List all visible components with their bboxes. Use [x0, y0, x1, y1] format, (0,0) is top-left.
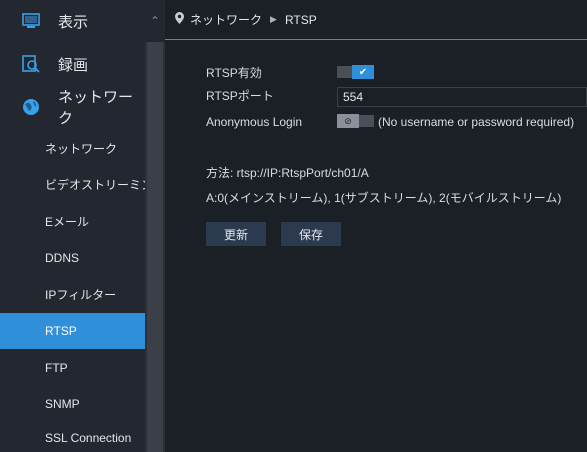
- anonymous-login-hint: (No username or password required): [378, 115, 575, 129]
- rtsp-settings-panel: RTSP有効 ✔ RTSPポート 554 Anonymous Login ⊘ (…: [165, 41, 587, 452]
- monitor-icon: [22, 12, 40, 30]
- sidebar-item-display[interactable]: 表示: [0, 0, 145, 42]
- save-button[interactable]: 保存: [281, 222, 341, 246]
- sidebar-subitem-ssl-connection[interactable]: SSL Connection: [0, 420, 145, 452]
- sidebar-subitem-label: Eメール: [45, 214, 90, 229]
- scroll-up-button[interactable]: ⌃: [145, 0, 165, 42]
- sidebar-subitem-label: RTSP: [45, 324, 77, 338]
- sidebar-subitem-ip-filter[interactable]: IPフィルター: [0, 276, 145, 312]
- anonymous-login-label: Anonymous Login: [206, 115, 303, 129]
- sidebar-subitem-label: FTP: [45, 361, 68, 375]
- sidebar-subitem-label: SNMP: [45, 397, 80, 411]
- breadcrumb-item-network[interactable]: ネットワーク: [190, 11, 262, 28]
- sidebar-subitem-email[interactable]: Eメール: [0, 203, 145, 239]
- location-pin-icon: [175, 12, 184, 27]
- sidebar-subitem-network[interactable]: ネットワーク: [0, 130, 145, 166]
- breadcrumb: ネットワーク ▶ RTSP: [165, 0, 587, 40]
- sidebar-subitem-label: SSL Connection: [45, 431, 132, 445]
- sidebar: 表示 録画 ネットワーク ネットワーク ビデオストリーミング Eメール DDNS…: [0, 0, 165, 452]
- sidebar-subitem-rtsp[interactable]: RTSP: [0, 313, 145, 349]
- sidebar-item-label: 表示: [58, 13, 89, 31]
- rtsp-port-input[interactable]: 554: [337, 87, 587, 107]
- scrollbar-thumb[interactable]: [147, 42, 163, 452]
- breadcrumb-item-rtsp: RTSP: [284, 12, 317, 27]
- sidebar-subitem-label: ネットワーク: [45, 141, 118, 156]
- sidebar-subitem-ddns[interactable]: DDNS: [0, 240, 145, 276]
- anonymous-login-toggle[interactable]: ⊘: [337, 114, 374, 128]
- rtsp-port-label: RTSPポート: [206, 89, 274, 103]
- disabled-icon: ⊘: [337, 114, 359, 128]
- stream-info-text: A:0(メインストリーム), 1(サブストリーム), 2(モバイルストリーム): [206, 191, 562, 205]
- sidebar-subitem-video-streaming[interactable]: ビデオストリーミング: [0, 166, 145, 202]
- rtsp-method-text: 方法: rtsp://IP:RtspPort/ch01/A: [206, 166, 369, 180]
- sidebar-subitem-label: DDNS: [45, 251, 80, 265]
- record-search-icon: [22, 55, 40, 73]
- sidebar-subitem-label: ビデオストリーミング: [45, 177, 145, 192]
- sidebar-subitem-ftp[interactable]: FTP: [0, 350, 145, 386]
- refresh-button[interactable]: 更新: [206, 222, 266, 246]
- rtsp-enable-toggle[interactable]: ✔: [337, 65, 374, 79]
- chevron-up-icon: ⌃: [149, 14, 161, 28]
- sidebar-subitem-label: IPフィルター: [45, 287, 117, 302]
- rtsp-enable-label: RTSP有効: [206, 66, 262, 80]
- sidebar-item-label: ネットワーク: [58, 89, 134, 127]
- globe-icon: [22, 98, 40, 116]
- sidebar-item-network[interactable]: ネットワーク: [0, 86, 145, 128]
- sidebar-subitem-snmp[interactable]: SNMP: [0, 386, 145, 422]
- sidebar-item-record[interactable]: 録画: [0, 43, 145, 85]
- sidebar-item-label: 録画: [58, 56, 89, 74]
- checkmark-icon: ✔: [352, 65, 374, 79]
- breadcrumb-separator-icon: ▶: [270, 14, 277, 24]
